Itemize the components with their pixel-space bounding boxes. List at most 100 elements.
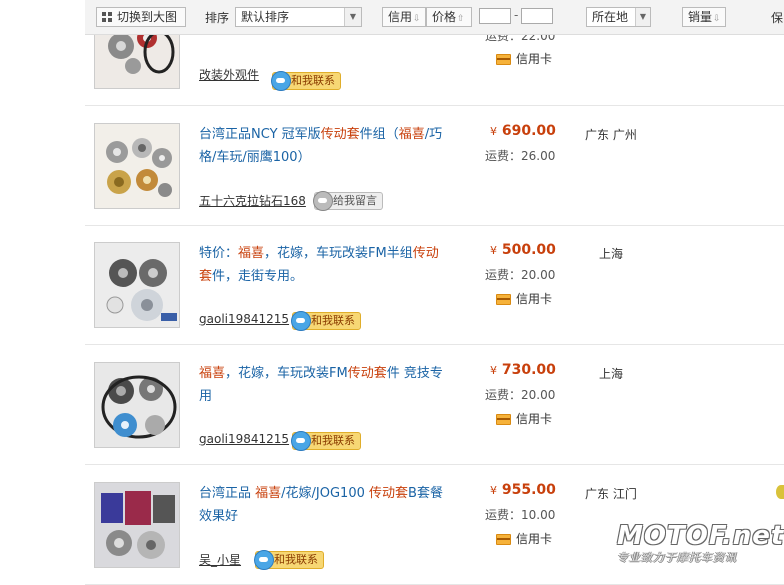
chevron-down-icon: ▼: [344, 8, 361, 26]
contact-label: 和我联系: [311, 434, 355, 447]
title-text: /花嫁/JOG100: [281, 486, 370, 501]
currency-symbol: ¥: [490, 484, 497, 497]
keyword-highlight: 传动套: [320, 127, 360, 142]
price: ¥ 730.00: [490, 362, 556, 378]
payment-label: 信用卡: [516, 532, 553, 546]
title-text: ，花嫁，车玩改装FM: [225, 366, 348, 381]
sort-select[interactable]: 默认排序 ▼: [235, 7, 362, 27]
price-value: 730.00: [501, 362, 556, 378]
credit-card-icon: [496, 414, 511, 425]
listing-title-link[interactable]: 特价：福喜，花嫁，车玩改装FM半组传动套件，走街专用。: [199, 242, 449, 288]
seller-location: 广东 江门: [585, 487, 637, 501]
sort-sales-label: 销量: [688, 10, 713, 24]
location-select[interactable]: 所在地 ▼: [586, 7, 651, 27]
shipping-fee: 运费：10.00: [485, 508, 556, 522]
price-value: 690.00: [501, 123, 556, 139]
credit-card-icon: [496, 54, 511, 65]
grid-icon: [102, 12, 112, 22]
keyword-highlight: 福喜: [199, 366, 226, 381]
arrow-down-icon: ⇩: [713, 14, 721, 24]
seller-link[interactable]: 五十六克拉钻石168: [199, 192, 306, 209]
keyword-highlight: 福喜: [238, 246, 265, 261]
switch-to-large-view-button[interactable]: 切换到大图: [96, 7, 186, 27]
title-text: 件组（: [359, 127, 399, 142]
payment-label: 信用卡: [516, 52, 553, 66]
location-select-label: 所在地: [592, 10, 629, 24]
aliwangwang-icon: [254, 550, 274, 570]
product-thumbnail[interactable]: [94, 242, 180, 328]
seller-name[interactable]: 五十六克拉钻石168: [199, 194, 306, 208]
contact-seller-button[interactable]: 和我联系: [254, 550, 324, 570]
toolbar-clipped-option[interactable]: 保: [771, 9, 783, 26]
seller-name[interactable]: gaoli19841215: [199, 312, 289, 326]
price-value: 955.00: [501, 482, 556, 498]
sort-credit-label: 信用: [388, 10, 413, 24]
seller-link[interactable]: 吴_小星: [199, 551, 241, 568]
shipping-fee: 运费：20.00: [485, 388, 556, 402]
contact-label: 给我留言: [333, 194, 377, 207]
contact-label: 和我联系: [291, 74, 335, 87]
price: ¥ 690.00: [490, 123, 556, 139]
title-text: 特价：: [199, 246, 239, 261]
credit-card-badge: 信用卡: [496, 50, 552, 67]
aliwangwang-icon: [313, 191, 333, 211]
payment-label: 信用卡: [516, 292, 553, 306]
price-range-dash: -: [514, 8, 519, 22]
listing-row: 福喜，花嫁，车玩改装FM传动套件 竞技专用 gaoli19841215 和我联系…: [85, 345, 784, 465]
price: ¥ 500.00: [490, 242, 556, 258]
seller-link[interactable]: gaoli19841215: [199, 432, 289, 446]
shipping-fee: 运费：26.00: [485, 149, 556, 163]
keyword-highlight: 传动套: [369, 486, 409, 501]
view-toggle-label: 切换到大图: [117, 10, 178, 24]
seller-name[interactable]: 吴_小星: [199, 553, 241, 567]
keyword-highlight: 福喜: [255, 486, 282, 501]
credit-card-icon: [496, 534, 511, 545]
seller-name[interactable]: 改装外观件: [199, 68, 259, 82]
sort-by-price-button[interactable]: 价格⇧: [426, 7, 472, 27]
listing-row: 台湾正品NCY 冠军版传动套件组（福喜/巧格/车玩/丽鹰100） 五十六克拉钻石…: [85, 106, 784, 226]
keyword-highlight: 福喜: [398, 127, 425, 142]
seller-name[interactable]: gaoli19841215: [199, 432, 289, 446]
contact-seller-button[interactable]: 和我联系: [271, 71, 341, 91]
leave-message-button[interactable]: 给我留言: [313, 191, 383, 211]
sort-by-sales-button[interactable]: 销量⇩: [682, 7, 726, 27]
price: ¥ 955.00: [490, 482, 556, 498]
seller-link[interactable]: gaoli19841215: [199, 312, 289, 326]
price-min-input[interactable]: [479, 8, 511, 24]
shipping-fee: 运费：20.00: [485, 268, 556, 282]
seller-link[interactable]: 改装外观件: [199, 66, 259, 83]
seller-location: 上海: [599, 367, 624, 381]
collect-icon[interactable]: [776, 485, 784, 499]
chevron-down-icon: ▼: [635, 8, 650, 26]
listing-row: 特价：福喜，花嫁，车玩改装FM半组传动套件，走街专用。 gaoli1984121…: [85, 225, 784, 345]
aliwangwang-icon: [291, 431, 311, 451]
listing-title-link[interactable]: 台湾正品 福喜/花嫁/JOG100 传动套B套餐 效果好: [199, 482, 449, 528]
listing-title-link[interactable]: 台湾正品NCY 冠军版传动套件组（福喜/巧格/车玩/丽鹰100）: [199, 123, 449, 169]
contact-label: 和我联系: [274, 553, 318, 566]
title-text: 台湾正品: [199, 486, 256, 501]
contact-seller-button[interactable]: 和我联系: [291, 311, 361, 331]
title-text: ，花嫁，车玩改装FM半组: [264, 246, 413, 261]
payment-label: 信用卡: [516, 412, 553, 426]
seller-location: 广东 广州: [585, 128, 637, 142]
sort-by-credit-button[interactable]: 信用⇩: [382, 7, 426, 27]
product-thumbnail[interactable]: [94, 482, 180, 568]
listing-title-link[interactable]: 福喜，花嫁，车玩改装FM传动套件 竞技专用: [199, 362, 449, 408]
credit-card-badge: 信用卡: [496, 410, 552, 427]
credit-card-badge: 信用卡: [496, 290, 552, 307]
aliwangwang-icon: [271, 71, 291, 91]
sort-toolbar: 切换到大图 排序 默认排序 ▼ 信用⇩ 价格⇧ - 所在地 ▼ 销量⇩ 保: [85, 0, 784, 35]
sort-label: 排序: [205, 11, 230, 25]
title-text: 件，走街专用。: [212, 269, 304, 284]
credit-card-badge: 信用卡: [496, 530, 552, 547]
product-thumbnail[interactable]: [94, 123, 180, 209]
contact-seller-button[interactable]: 和我联系: [291, 431, 361, 451]
credit-card-icon: [496, 294, 511, 305]
product-thumbnail[interactable]: [94, 362, 180, 448]
keyword-highlight: 传动套: [347, 366, 387, 381]
aliwangwang-icon: [291, 311, 311, 331]
watermark-brand: MOTOF.net: [617, 521, 784, 551]
site-watermark: MOTOF.net 专业致力于摩托车资讯: [617, 521, 784, 565]
price-max-input[interactable]: [521, 8, 553, 24]
arrow-up-icon: ⇧: [457, 14, 465, 24]
